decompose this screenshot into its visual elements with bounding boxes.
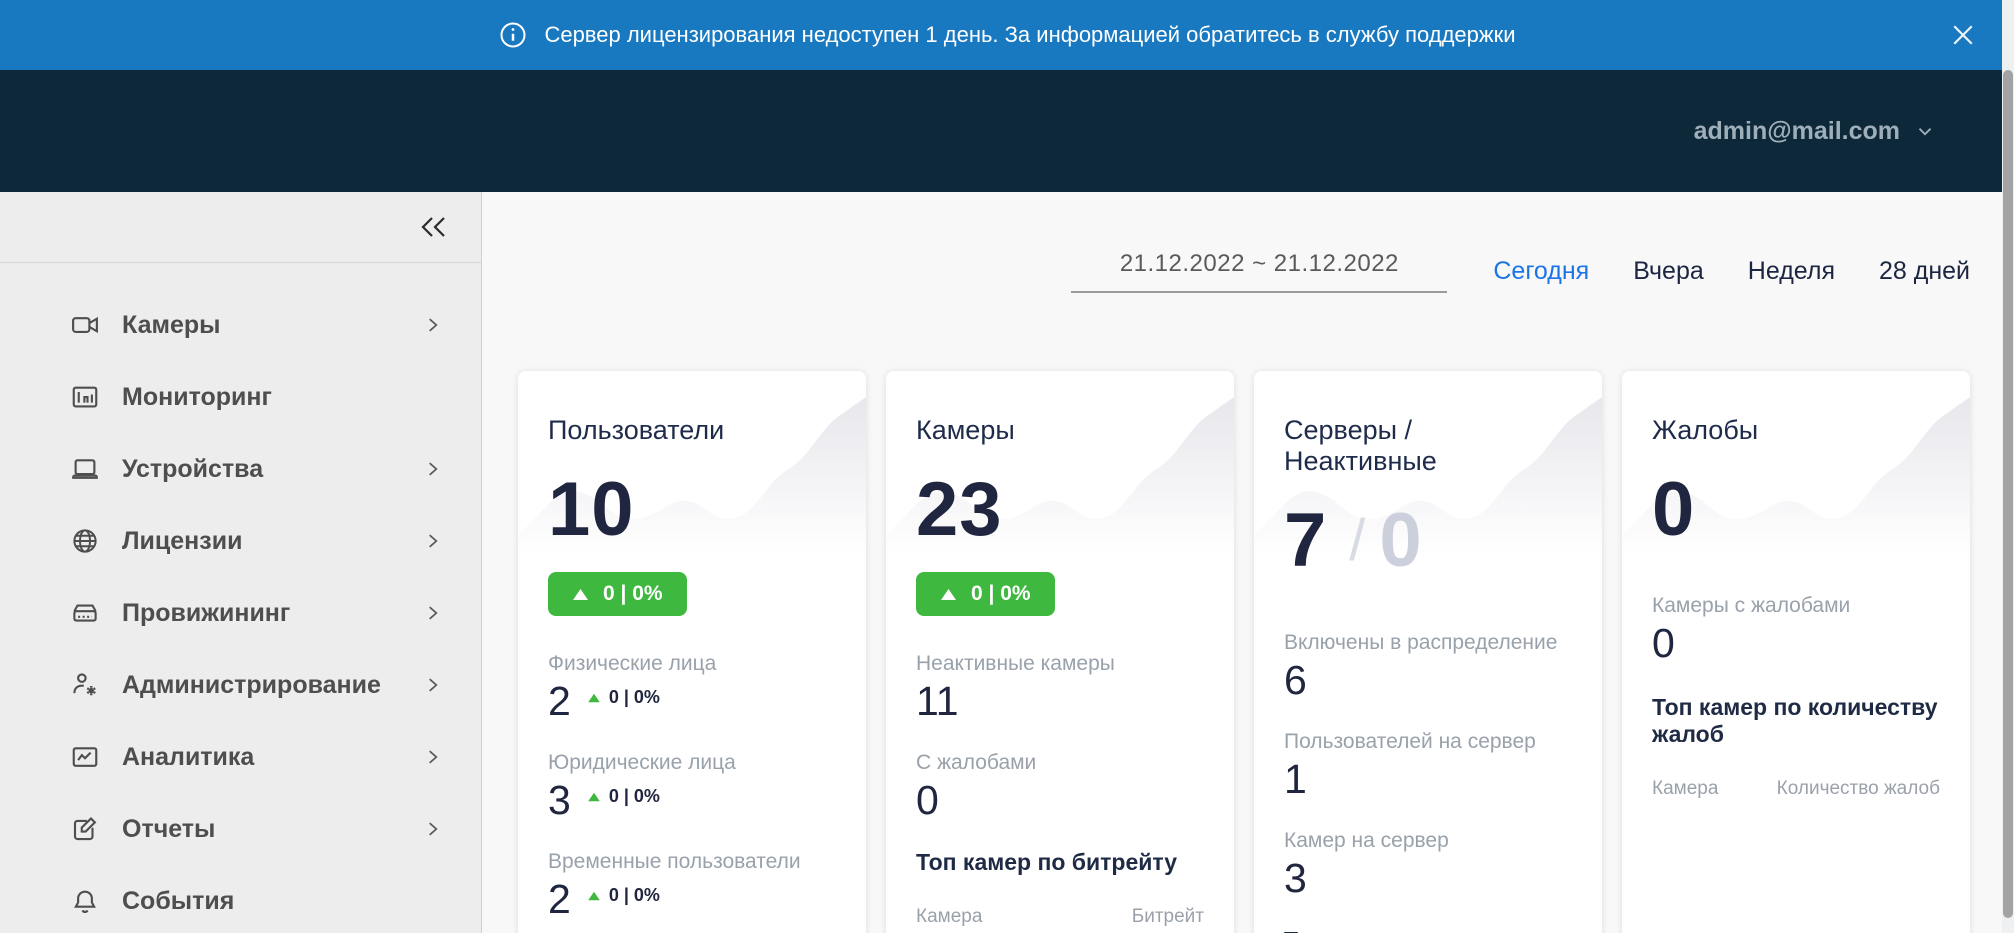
sidebar-item-cameras[interactable]: Камеры [0, 289, 481, 361]
sidebar-item-label: Провижининг [122, 599, 403, 628]
triangle-up-icon [587, 693, 601, 703]
date-range-input[interactable]: 21.12.2022 ~ 21.12.2022 [1071, 250, 1447, 293]
video-camera-icon [70, 309, 102, 341]
sidebar-item-licenses[interactable]: Лицензии [0, 505, 481, 577]
date-range-value: 21.12.2022 ~ 21.12.2022 [1120, 250, 1399, 277]
card-users: Пользователи 10 0 | 0% Физические лица 2 [518, 371, 866, 933]
sidebar-item-label: Лицензии [122, 527, 403, 556]
card-main-value: 7 [1284, 503, 1327, 579]
stat-users-per-server: Пользователей на сервер 1 [1284, 730, 1572, 802]
info-icon [498, 20, 528, 50]
delta-badge: 0 | 0% [587, 885, 660, 906]
stat-cameras-per-server: Камер на сервер 3 [1284, 829, 1572, 901]
sidebar-item-provisioning[interactable]: Провижининг [0, 577, 481, 649]
chevron-right-icon [423, 530, 445, 552]
card-complaints: Жалобы 0 Камеры с жалобами 0 Топ камер п… [1622, 371, 1970, 933]
sidebar-header [0, 192, 481, 263]
column-header: Количество жалоб [1777, 778, 1940, 800]
chevron-right-icon [423, 458, 445, 480]
card-servers: Серверы / Неактивные 7 / 0 Включены в ра… [1254, 371, 1602, 933]
scrollbar-thumb[interactable] [2003, 70, 2013, 918]
sidebar-item-reports[interactable]: Отчеты [0, 793, 481, 865]
card-main-value: 23 [916, 472, 1003, 548]
card-title: Пользователи [548, 415, 836, 446]
triangle-up-icon [572, 588, 589, 601]
sidebar-item-monitoring[interactable]: Мониторинг [0, 361, 481, 433]
triangle-up-icon [587, 792, 601, 802]
kpi-cards-row: Пользователи 10 0 | 0% Физические лица 2 [518, 371, 1970, 933]
card-secondary-value: 0 [1379, 503, 1422, 579]
card-cameras: Камеры 23 0 | 0% Неактивные камеры 11 С … [886, 371, 1234, 933]
sidebar-item-administration[interactable]: Администрирование [0, 649, 481, 721]
sidebar-item-label: Устройства [122, 455, 403, 484]
collapse-sidebar-button[interactable] [413, 209, 455, 245]
chevron-right-icon [423, 314, 445, 336]
stat-with-complaints: С жалобами 0 [916, 751, 1204, 823]
card-title: Камеры [916, 415, 1204, 446]
card-main-value: 0 [1652, 472, 1695, 548]
sidebar-nav: Камеры Мониторинг [0, 263, 481, 933]
user-gear-icon [70, 669, 102, 701]
tab-yesterday[interactable]: Вчера [1633, 257, 1704, 286]
triangle-up-icon [940, 588, 957, 601]
chevron-right-icon [423, 602, 445, 624]
license-banner: Сервер лицензирования недоступен 1 день.… [0, 0, 2014, 70]
sidebar: Камеры Мониторинг [0, 192, 482, 933]
chevron-down-icon [1914, 120, 1936, 142]
laptop-icon [70, 453, 102, 485]
close-icon[interactable] [1946, 18, 1980, 52]
column-header: Камера [1652, 778, 1718, 800]
sidebar-item-label: Администрирование [122, 671, 403, 700]
sidebar-item-label: Аналитика [122, 743, 403, 772]
top-cameras-bitrate-table: Топ камер по битрейту Камера Битрейт 192… [916, 849, 1204, 933]
tab-today[interactable]: Сегодня [1493, 257, 1589, 286]
card-title: Серверы / Неактивные [1284, 415, 1572, 477]
trend-badge: 0 | 0% [916, 572, 1055, 616]
sidebar-item-events[interactable]: События [0, 865, 481, 933]
sidebar-item-devices[interactable]: Устройства [0, 433, 481, 505]
tab-28-days[interactable]: 28 дней [1879, 257, 1970, 286]
top-servers-bitrate-table: Топ серверов по битрейту Сервер Битрейт [1284, 927, 1572, 933]
server-icon [70, 597, 102, 629]
stat-cameras-with-complaints: Камеры с жалобами 0 [1652, 594, 1940, 666]
chevron-right-icon [423, 674, 445, 696]
user-email: admin@mail.com [1694, 117, 1900, 146]
stat-temporary-users: Временные пользователи 2 0 | 0% [548, 850, 836, 922]
bell-icon [70, 885, 102, 917]
top-header: admin@mail.com [0, 70, 2014, 192]
edit-icon [70, 813, 102, 845]
stat-individuals: Физические лица 2 0 | 0% [548, 652, 836, 724]
delta-badge: 0 | 0% [587, 687, 660, 708]
column-header: Битрейт [1132, 906, 1204, 928]
period-tabs: Сегодня Вчера Неделя 28 дней [1493, 257, 1970, 286]
page-scrollbar[interactable] [2002, 0, 2014, 933]
card-main-value: 10 [548, 472, 635, 548]
sidebar-item-label: Камеры [122, 311, 403, 340]
period-toolbar: 21.12.2022 ~ 21.12.2022 Сегодня Вчера Не… [518, 250, 1970, 293]
value-separator: / [1349, 512, 1365, 570]
sidebar-item-label: Мониторинг [122, 383, 445, 412]
chevron-right-icon [423, 746, 445, 768]
monitoring-chart-icon [70, 381, 102, 413]
tab-week[interactable]: Неделя [1748, 257, 1835, 286]
chevron-right-icon [423, 818, 445, 840]
globe-icon [70, 525, 102, 557]
trend-badge: 0 | 0% [548, 572, 687, 616]
sidebar-item-label: Отчеты [122, 815, 403, 844]
delta-badge: 0 | 0% [587, 786, 660, 807]
main-content: 21.12.2022 ~ 21.12.2022 Сегодня Вчера Не… [482, 192, 2014, 933]
column-header: Камера [916, 906, 982, 928]
line-chart-icon [70, 741, 102, 773]
user-menu[interactable]: admin@mail.com [1694, 117, 1936, 146]
sidebar-item-analytics[interactable]: Аналитика [0, 721, 481, 793]
banner-message: Сервер лицензирования недоступен 1 день.… [544, 22, 1515, 48]
sidebar-item-label: События [122, 887, 445, 916]
top-cameras-complaints-table: Топ камер по количеству жалоб Камера Кол… [1652, 694, 1940, 800]
stat-legal-entities: Юридические лица 3 0 | 0% [548, 751, 836, 823]
card-title: Жалобы [1652, 415, 1940, 446]
stat-in-distribution: Включены в распределение 6 [1284, 631, 1572, 703]
stat-inactive-cameras: Неактивные камеры 11 [916, 652, 1204, 724]
triangle-up-icon [587, 891, 601, 901]
